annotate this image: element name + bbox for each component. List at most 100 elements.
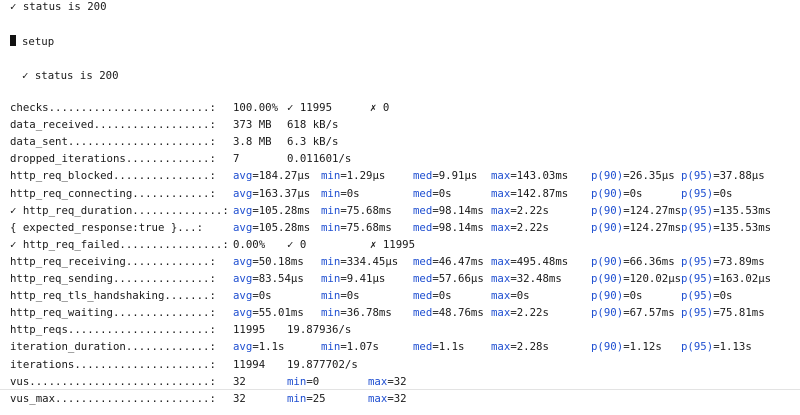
metric-stat: avg=105.28ms	[233, 203, 311, 217]
stat-key: med	[413, 186, 433, 200]
metric-name: dropped_iterations.............:	[10, 152, 216, 166]
stat-key: max	[491, 340, 511, 354]
stat-value: 135.53ms	[719, 203, 772, 217]
stat-key: avg	[233, 220, 253, 234]
metric-stat: p(90)=0s	[591, 186, 643, 200]
stat-key: p(90)	[591, 186, 624, 200]
metric-stat: avg=55.01ms	[233, 306, 304, 320]
stat-value: 32	[393, 391, 407, 405]
metric-name: http_req_waiting...............:	[10, 306, 216, 320]
metric-value: 7	[233, 152, 240, 166]
metric-stat: 32	[233, 392, 246, 406]
stat-value: 67.57ms	[629, 306, 675, 320]
stat-value: 105.28ms	[258, 220, 311, 234]
metric-stat: avg=105.28ms	[233, 220, 311, 234]
stat-key: p(95)	[681, 306, 714, 320]
metric-stat: min=334.45µs	[321, 254, 399, 268]
stat-key: p(90)	[591, 306, 624, 320]
stat-value: 32	[393, 374, 407, 388]
metric-name: http_req_blocked...............:	[10, 169, 216, 183]
stat-value: 105.28ms	[258, 203, 311, 217]
stat-key: med	[413, 272, 433, 285]
metric-stat: med=0s	[413, 186, 452, 200]
stat-value: 143.03ms	[516, 169, 569, 183]
metric-value: 618 kB/s	[287, 118, 339, 132]
stat-key: max	[491, 306, 511, 320]
metric-stat: max=2.22s	[491, 203, 549, 217]
metric-stat: med=48.76ms	[413, 306, 484, 320]
metric-stat: p(95)=75.81ms	[681, 306, 765, 320]
stat-key: avg	[233, 289, 253, 303]
metric-name: iterations.....................:	[10, 357, 216, 371]
metric-value: ✗ 0	[370, 101, 390, 114]
stat-key: max	[491, 220, 511, 234]
metric-stat: max=32	[368, 391, 407, 405]
metric-name: checks.........................:	[10, 101, 216, 114]
stat-value: 0s	[719, 289, 733, 303]
stat-value: 1.1s	[438, 340, 465, 354]
stat-key: p(95)	[681, 340, 714, 354]
stat-key: min	[321, 306, 341, 320]
stat-value: 0	[312, 374, 320, 388]
metric-stat: max=142.87ms	[491, 186, 569, 200]
metric-stat: avg=1.1s	[233, 340, 285, 354]
metric-value: ✓ 0	[287, 237, 307, 251]
stat-value: 2.28s	[516, 340, 549, 354]
stat-value: 0s	[258, 289, 272, 303]
metric-value: 0.00%	[233, 237, 266, 251]
divider	[0, 389, 800, 390]
metric-stat: avg=50.18ms	[233, 254, 304, 268]
metric-value: ✗ 11995	[370, 237, 416, 251]
metric-stat: avg=163.37µs	[233, 186, 311, 200]
stat-value: 163.37µs	[258, 186, 311, 200]
stat-key: p(90)	[591, 272, 624, 285]
stat-key: min	[321, 272, 341, 285]
metric-stat: med=9.91µs	[413, 169, 478, 183]
stat-value: 120.02µs	[629, 272, 682, 285]
metric-stat: min=1.07s	[321, 340, 379, 354]
stat-key: avg	[233, 340, 253, 354]
metric-stat: min=1.29µs	[321, 169, 386, 183]
stat-value: 1.07s	[346, 340, 379, 354]
metric-stat: med=46.47ms	[413, 254, 484, 268]
stat-key: max	[491, 203, 511, 217]
metric-value: 6.3 kB/s	[287, 135, 339, 149]
metric-value: 0.011601/s	[287, 152, 352, 166]
stat-key: avg	[233, 272, 253, 285]
stat-value: 124.27ms	[629, 220, 682, 234]
stat-key: max	[491, 272, 511, 285]
stat-value: 0s	[629, 289, 643, 303]
stat-value: 0s	[516, 289, 530, 303]
stat-value: 2.22s	[516, 203, 549, 217]
metric-name: http_req_tls_handshaking.......:	[10, 289, 216, 303]
stat-key: p(90)	[591, 289, 624, 303]
metric-stat: p(90)=124.27ms	[591, 203, 682, 217]
stat-value: 98.14ms	[438, 203, 484, 217]
metric-stat: max=2.22s	[491, 306, 549, 320]
stat-value: 37.88µs	[719, 169, 765, 183]
stat-key: max	[491, 169, 511, 183]
metric-stat: max=32.48ms	[491, 272, 562, 285]
stat-key: p(95)	[681, 272, 714, 285]
stat-key: p(90)	[591, 203, 624, 217]
metric-name: ✓ http_req_failed................:	[10, 237, 229, 251]
stat-value: 48.76ms	[438, 306, 484, 320]
stat-key: max	[368, 374, 388, 388]
metric-name: http_reqs......................:	[10, 323, 216, 337]
stat-value: 32	[233, 374, 246, 388]
stat-value: 32	[233, 391, 246, 405]
stat-key: p(95)	[681, 254, 714, 268]
metric-stat: p(90)=66.36ms	[591, 254, 675, 268]
metric-name: http_req_sending...............:	[10, 272, 216, 285]
metric-name: iteration_duration.............:	[10, 340, 216, 354]
stat-key: max	[491, 186, 511, 200]
metric-stat: max=2.28s	[491, 340, 549, 354]
metric-value: 11994	[233, 357, 266, 371]
metric-value: 373 MB	[233, 118, 272, 132]
metric-stat: min=25	[287, 391, 326, 405]
stat-value: 124.27ms	[629, 203, 682, 217]
stat-key: p(90)	[591, 340, 624, 354]
metric-stat: min=75.68ms	[321, 203, 392, 217]
metric-value: 11995	[233, 323, 266, 337]
stat-key: p(95)	[681, 186, 714, 200]
